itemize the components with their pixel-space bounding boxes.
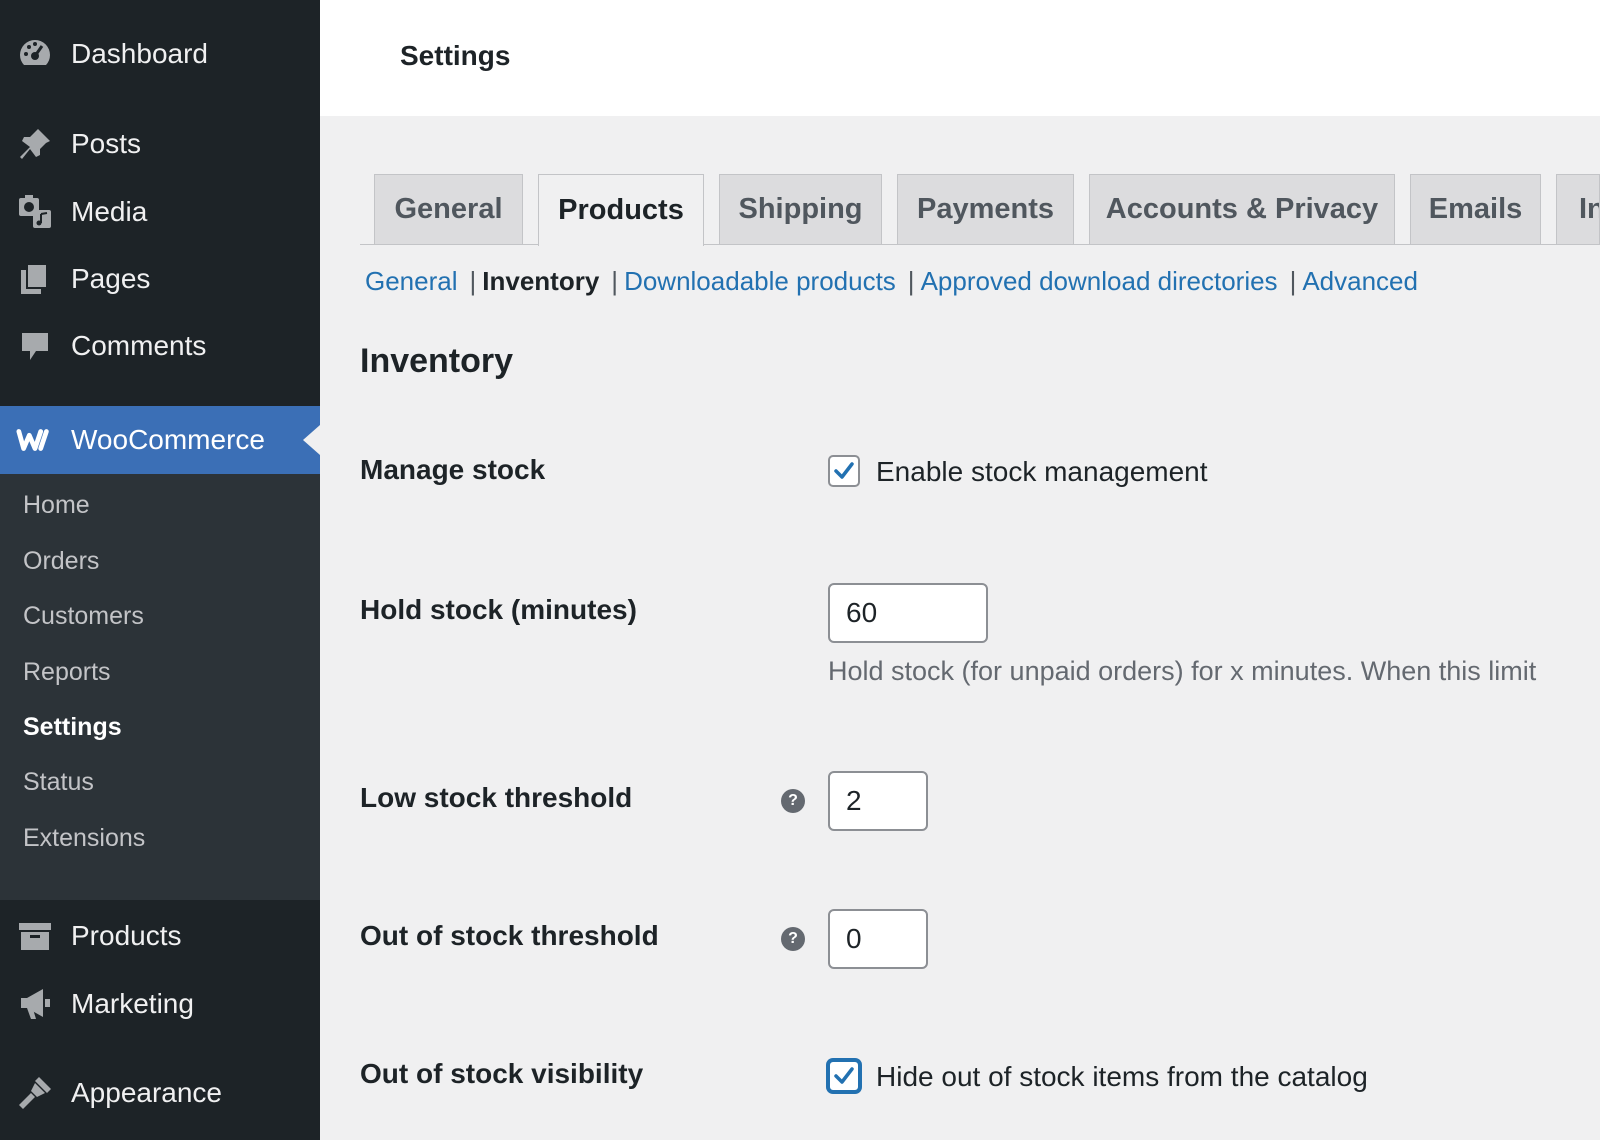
- sidebar-item-products[interactable]: Products: [0, 914, 320, 958]
- checkmark-icon: [834, 462, 854, 479]
- out-of-stock-threshold-label: Out of stock threshold: [360, 920, 659, 951]
- tab-emails[interactable]: Emails: [1410, 174, 1541, 244]
- submenu-item-status[interactable]: Status: [23, 768, 94, 797]
- out-of-stock-visibility-checkbox-label[interactable]: Hide out of stock items from the catalog: [876, 1061, 1368, 1093]
- sidebar-item-dashboard[interactable]: Dashboard: [0, 32, 320, 76]
- low-stock-threshold-input[interactable]: 2: [828, 771, 928, 831]
- sidebar-item-label: Posts: [71, 128, 142, 159]
- woocommerce-submenu: Home Orders Customers Reports Settings S…: [0, 474, 320, 900]
- sidebar-item-label: WooCommerce: [71, 424, 265, 455]
- tab-shipping[interactable]: Shipping: [719, 174, 882, 244]
- sidebar-item-posts[interactable]: Posts: [0, 122, 320, 166]
- section-title: Inventory: [360, 342, 514, 380]
- low-stock-threshold-label: Low stock threshold: [360, 782, 633, 813]
- page-title: Settings: [400, 40, 511, 71]
- pages-icon: [16, 260, 54, 298]
- comment-icon: [16, 327, 54, 365]
- sidebar-item-label: Comments: [71, 330, 207, 361]
- sidebar-item-label: Marketing: [71, 988, 194, 1019]
- sidebar-item-label: Pages: [71, 263, 151, 294]
- subnav-inventory: Inventory: [482, 266, 600, 296]
- media-icon: [16, 193, 54, 231]
- pin-icon: [16, 125, 54, 163]
- dashboard-icon: [16, 35, 54, 73]
- sidebar-item-label: Appearance: [71, 1077, 223, 1108]
- sidebar-item-comments[interactable]: Comments: [0, 324, 320, 368]
- subnav-advanced[interactable]: Advanced: [1302, 266, 1418, 296]
- sidebar-item-woocommerce[interactable]: WooCommerce: [0, 406, 320, 474]
- sidebar-item-pages[interactable]: Pages: [0, 257, 320, 301]
- subnav-downloadable-products[interactable]: Downloadable products: [624, 266, 896, 296]
- manage-stock-checkbox[interactable]: [828, 455, 860, 487]
- submenu-item-settings[interactable]: Settings: [23, 713, 122, 742]
- page-header: Settings: [320, 0, 1600, 116]
- sidebar-item-label: Products: [71, 920, 182, 951]
- help-icon[interactable]: ?: [781, 789, 805, 813]
- sidebar-item-media[interactable]: Media: [0, 190, 320, 234]
- manage-stock-checkbox-label[interactable]: Enable stock management: [876, 456, 1208, 488]
- out-of-stock-threshold-input[interactable]: 0: [828, 909, 928, 969]
- hold-stock-description: Hold stock (for unpaid orders) for x min…: [828, 656, 1537, 686]
- woocommerce-icon: [16, 421, 54, 459]
- submenu-item-home[interactable]: Home: [23, 491, 90, 520]
- megaphone-icon: [16, 985, 54, 1023]
- manage-stock-label: Manage stock: [360, 454, 546, 485]
- tab-payments[interactable]: Payments: [897, 174, 1074, 244]
- submenu-item-extensions[interactable]: Extensions: [23, 824, 145, 853]
- out-of-stock-visibility-label: Out of stock visibility: [360, 1058, 644, 1089]
- sidebar-item-label: Media: [71, 196, 148, 227]
- section-subnav: General | Inventory | Downloadable products |…: [365, 266, 1418, 297]
- paintbrush-icon: [16, 1074, 54, 1112]
- subnav-approved-download-directories[interactable]: Approved download directories: [921, 266, 1278, 296]
- submenu-item-customers[interactable]: Customers: [23, 602, 144, 631]
- hold-stock-input[interactable]: 60: [828, 583, 988, 643]
- subnav-separator: |: [611, 266, 619, 296]
- admin-sidebar: Dashboard Posts Media Pages Comments Woo…: [0, 0, 320, 1140]
- tab-accounts-privacy[interactable]: Accounts & Privacy: [1089, 174, 1395, 244]
- sidebar-item-label: Dashboard: [71, 38, 208, 69]
- submenu-item-reports[interactable]: Reports: [23, 658, 111, 687]
- archive-icon: [16, 917, 54, 955]
- sidebar-item-marketing[interactable]: Marketing: [0, 982, 320, 1026]
- help-icon[interactable]: ?: [781, 927, 805, 951]
- subnav-separator: |: [907, 266, 915, 296]
- tab-products[interactable]: Products: [538, 174, 704, 246]
- out-of-stock-visibility-checkbox[interactable]: [828, 1060, 860, 1092]
- current-menu-arrow: [303, 425, 320, 455]
- hold-stock-label: Hold stock (minutes): [360, 594, 637, 625]
- sidebar-item-appearance[interactable]: Appearance: [0, 1071, 320, 1115]
- tab-general[interactable]: General: [374, 174, 523, 244]
- tab-integration[interactable]: Int: [1556, 174, 1600, 244]
- submenu-item-orders[interactable]: Orders: [23, 547, 99, 576]
- subnav-separator: |: [469, 266, 477, 296]
- checkmark-icon: [834, 1067, 854, 1084]
- subnav-separator: |: [1289, 266, 1297, 296]
- subnav-general[interactable]: General: [365, 266, 458, 296]
